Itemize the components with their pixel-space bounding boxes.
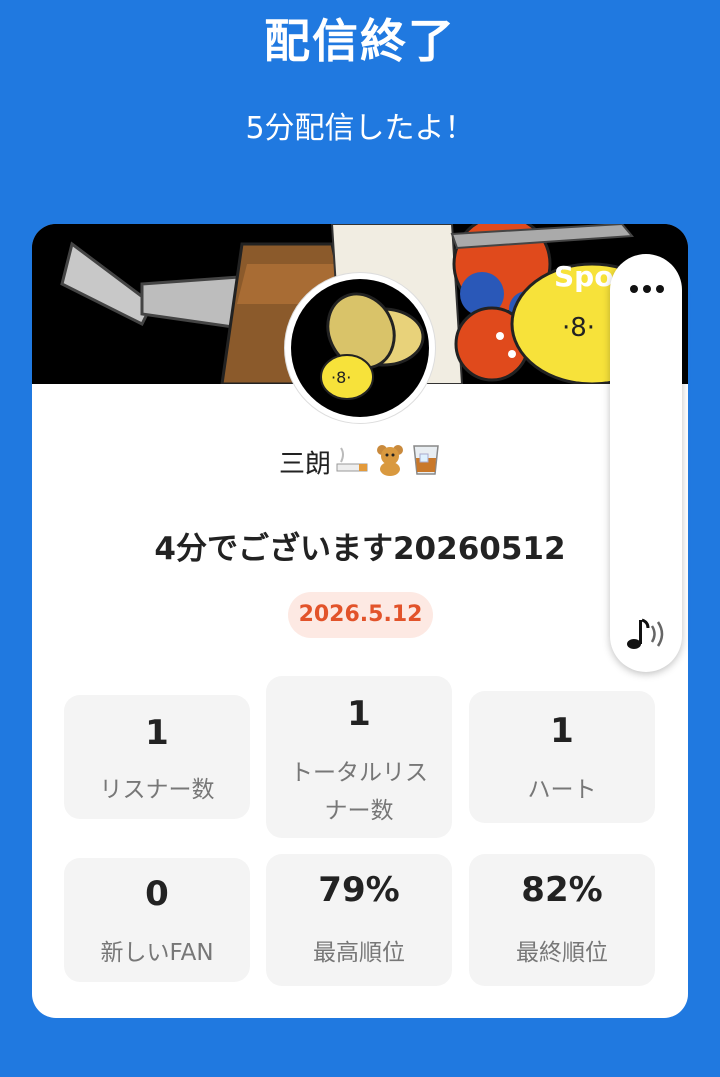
avatar-image: ·8·	[291, 279, 429, 417]
page-title: 配信終了	[264, 14, 456, 68]
stat-value: 1	[347, 694, 371, 734]
broadcast-title: 4分でございます20260512	[154, 531, 566, 567]
stat-label: 最高順位	[313, 940, 405, 966]
whiskey-glass-icon	[411, 442, 441, 488]
stat-label: リスナー数	[99, 777, 215, 803]
svg-text:·8·: ·8·	[331, 368, 351, 387]
sound-wave-icon[interactable]	[624, 616, 670, 652]
page-subtitle: 5分配信したよ！	[245, 111, 475, 146]
stat-value: 82%	[521, 870, 603, 910]
date-badge: 2026.5.12	[288, 592, 433, 638]
svg-text:·8·: ·8·	[562, 313, 595, 343]
stat-total-listeners: 1 トータルリスナー数	[266, 676, 452, 838]
cigarette-icon	[335, 444, 369, 486]
stat-listeners: 1 リスナー数	[64, 695, 250, 819]
stat-label: 最終順位	[516, 940, 608, 966]
summary-card: ·8· Spo ·8· 三朗 4分でございます20260512 2026.5.1…	[32, 224, 688, 1018]
username: 三朗	[32, 442, 688, 488]
username-text: 三朗	[278, 449, 331, 480]
floating-control-panel	[610, 254, 682, 672]
stat-label: ハート	[527, 777, 597, 803]
avatar[interactable]: ·8·	[284, 272, 436, 424]
banner-text: Spo	[554, 260, 614, 293]
stat-new-fans: 0 新しいFAN	[64, 858, 250, 982]
stat-highest-rank: 79% 最高順位	[266, 854, 452, 986]
stat-label: 新しいFAN	[100, 940, 214, 966]
stat-final-rank: 82% 最終順位	[469, 854, 655, 986]
stat-value: 1	[550, 711, 574, 751]
stat-value: 79%	[318, 870, 400, 910]
stat-value: 1	[145, 713, 169, 753]
stat-value: 0	[145, 874, 169, 914]
stat-label: トータルリスナー数	[290, 760, 428, 824]
more-options-icon[interactable]	[628, 276, 666, 302]
teddy-bear-icon	[373, 442, 407, 488]
stat-hearts: 1 ハート	[469, 691, 655, 823]
